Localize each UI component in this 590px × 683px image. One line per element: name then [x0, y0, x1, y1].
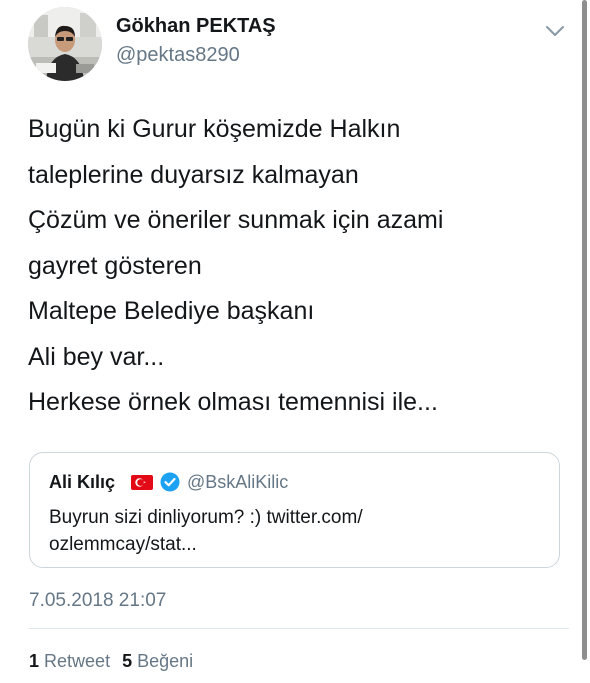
- tweet-text-line: gayret gösteren: [28, 251, 202, 280]
- tweet-text-line: Herkese örnek olması temennisi ile...: [28, 388, 438, 416]
- turkey-flag-icon: [131, 475, 153, 490]
- scrollbar[interactable]: [582, 0, 587, 660]
- verified-badge-icon: [160, 472, 180, 492]
- like-count: 5: [122, 651, 133, 671]
- tweet-text: Bugün ki Gurur köşemizde Halkın talepler…: [28, 107, 568, 426]
- retweet-label: Retweet: [44, 651, 111, 671]
- quoted-tweet-card[interactable]: Ali Kılıç @BskAliKilic Buyrun sizi dinli…: [29, 452, 560, 568]
- tweet-stats: 1 Retweet 5 Beğeni: [29, 651, 193, 672]
- quoted-tweet-text-line: Buyrun sizi dinliyorum? :) twitter.com/: [49, 507, 363, 528]
- like-count-link[interactable]: 5 Beğeni: [122, 651, 193, 672]
- chevron-down-icon[interactable]: [544, 22, 566, 40]
- tweet-text-line: Çözüm ve öneriler sunmak için azami: [28, 206, 444, 234]
- tweet-text-line: Ali bey var...: [28, 342, 165, 371]
- divider: [29, 628, 569, 629]
- author-display-name[interactable]: Gökhan PEKTAŞ: [116, 15, 276, 38]
- author-avatar[interactable]: [28, 7, 102, 81]
- tweet-timestamp[interactable]: 7.05.2018 21:07: [29, 590, 166, 612]
- tweet-text-line: Bugün ki Gurur köşemizde Halkın: [28, 115, 401, 143]
- tweet-text-line: taleplerine duyarsız kalmayan: [28, 160, 359, 189]
- like-label: Beğeni: [137, 651, 194, 671]
- quoted-author-handle: @BskAliKilic: [187, 472, 289, 492]
- tweet-text-line: Maltepe Belediye başkanı: [28, 297, 315, 325]
- author-avatar-photo: [28, 7, 102, 81]
- retweet-count-link[interactable]: 1 Retweet: [29, 651, 110, 672]
- quoted-author-name: Ali Kılıç: [49, 472, 116, 492]
- retweet-count: 1: [29, 651, 40, 671]
- author-handle[interactable]: @pektas8290: [116, 44, 240, 67]
- quoted-tweet-text-line: ozlemmcay/stat...: [49, 534, 197, 555]
- quoted-tweet-text: Buyrun sizi dinliyorum? :) twitter.com/ …: [49, 504, 363, 558]
